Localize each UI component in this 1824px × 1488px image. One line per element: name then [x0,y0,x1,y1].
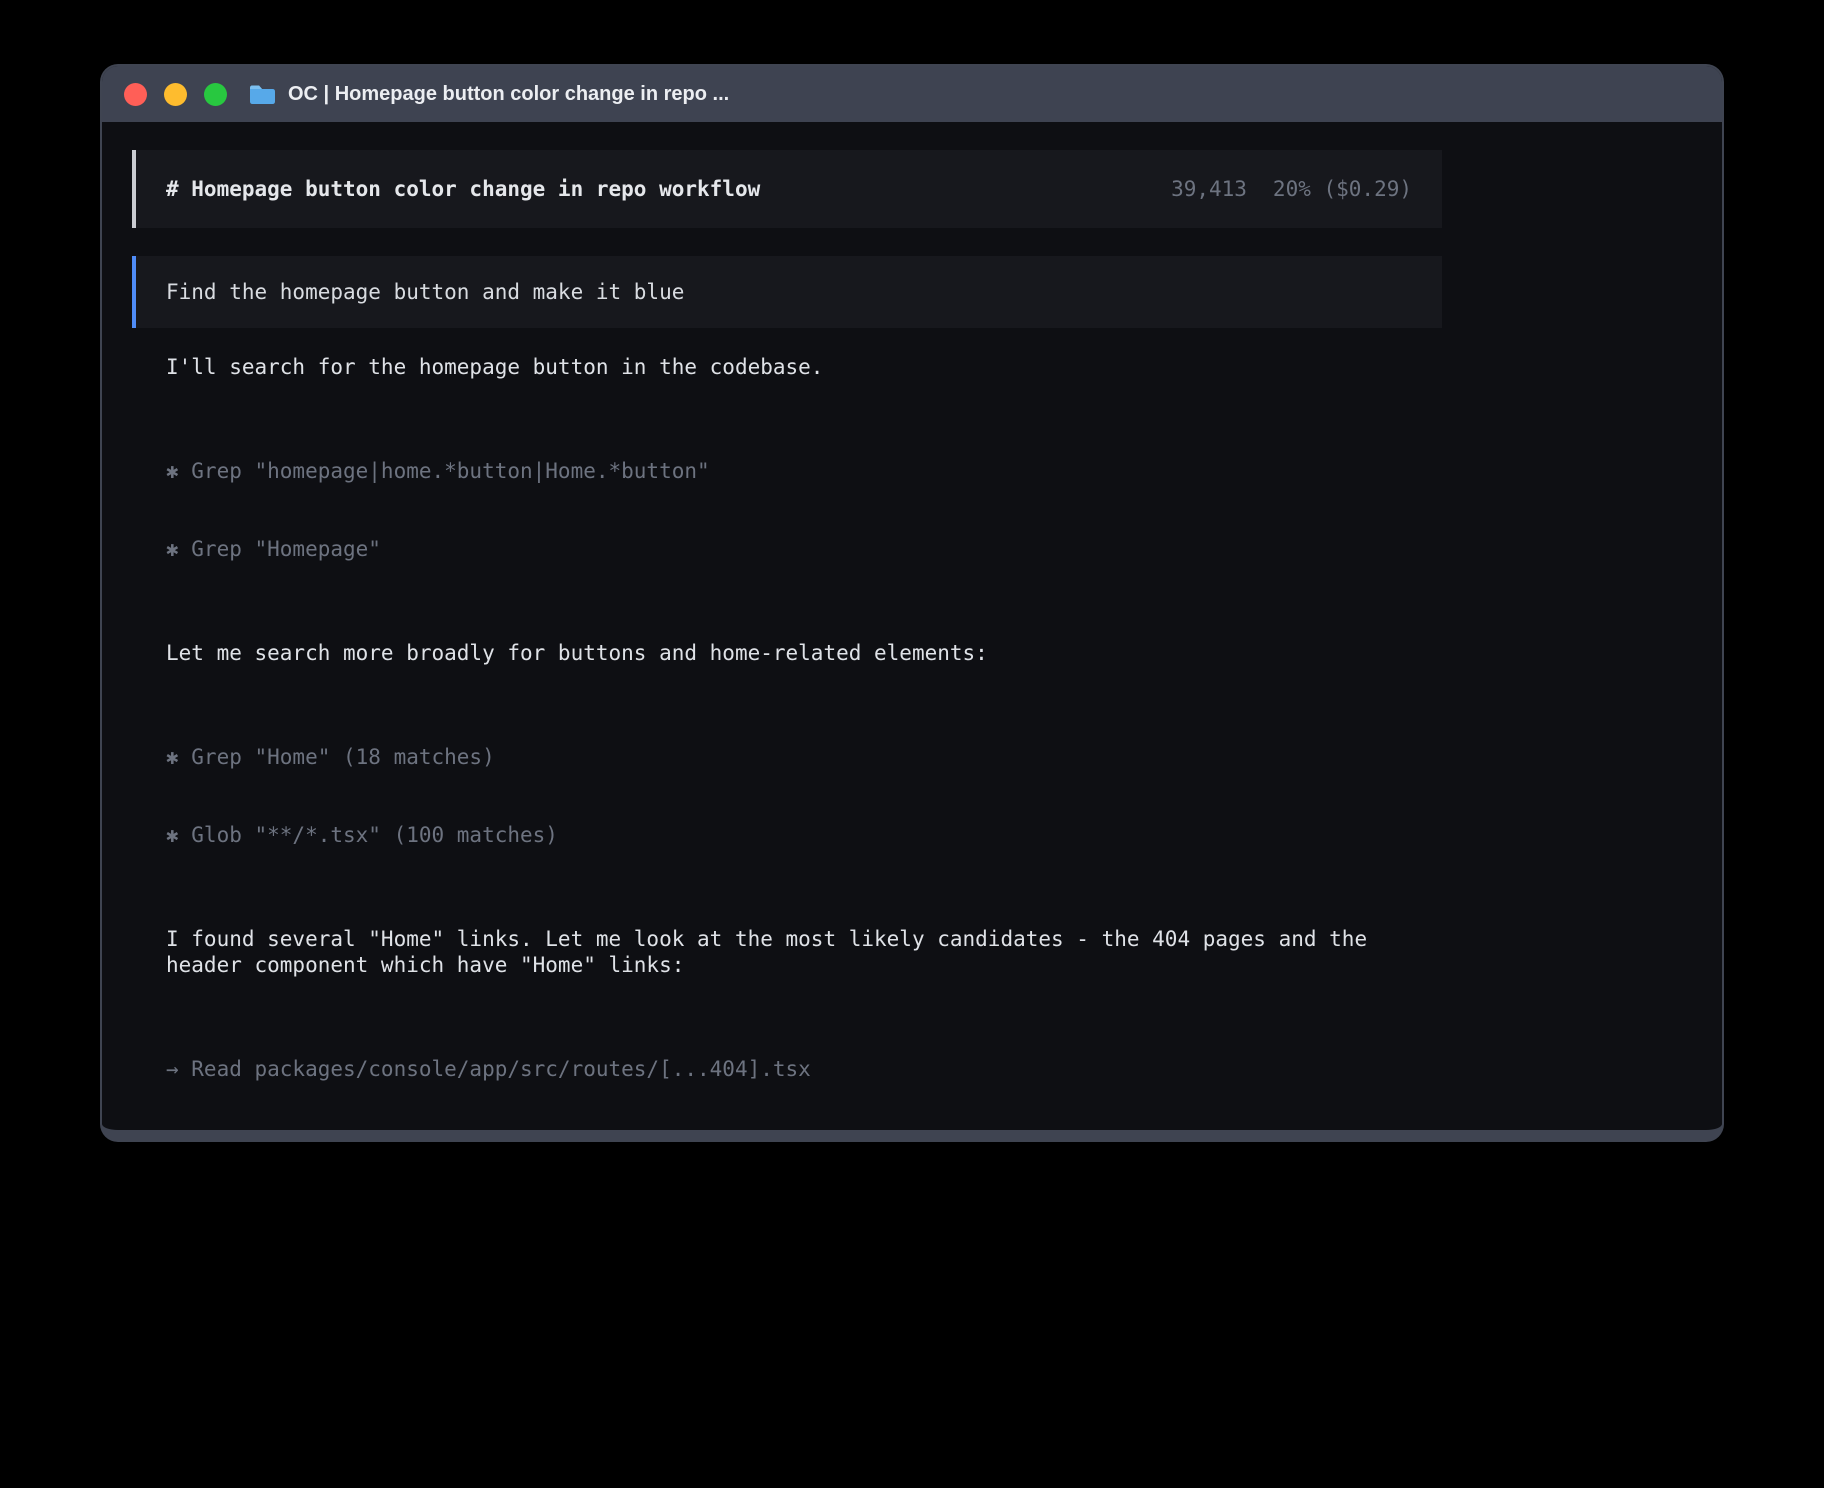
user-message-text: Find the homepage button and make it blu… [166,280,684,304]
tool-call-grep: ✱ Grep "Home" (18 matches) [166,744,1442,770]
assistant-text: Let me search more broadly for buttons a… [132,640,1442,666]
terminal-window: OC | Homepage button color change in rep… [100,64,1724,1142]
assistant-text: I'll search for the homepage button in t… [132,354,1442,380]
tool-call-glob: ✱ Glob "**/*.tsx" (100 matches) [166,822,1442,848]
window-title: OC | Homepage button color change in rep… [288,83,729,106]
tool-call-grep: ✱ Grep "Homepage" [166,536,1442,562]
traffic-lights [124,83,227,106]
tool-call-group: → Read packages/console/app/src/routes/[… [132,1004,1442,1142]
user-message: Find the homepage button and make it blu… [132,256,1442,328]
tool-call-read: → Read packages/console/app/src/routes/[… [166,1056,1442,1082]
tool-call-group: ✱ Grep "Home" (18 matches) ✱ Glob "**/*.… [132,692,1442,900]
token-count: 39,413 [1171,176,1247,202]
folder-icon [249,83,276,105]
zoom-button[interactable] [204,83,227,106]
tool-call-grep: ✱ Grep "homepage|home.*button|Home.*butt… [166,458,1442,484]
close-button[interactable] [124,83,147,106]
session-title: # Homepage button color change in repo w… [166,176,760,202]
tool-call-read: → Read packages/console/app/src/componen… [166,1134,1442,1142]
terminal-body: # Homepage button color change in repo w… [102,122,1722,1142]
tool-call-group: ✱ Grep "homepage|home.*button|Home.*butt… [132,406,1442,614]
session-stats: 39,413 20% ($0.29) [1171,176,1412,202]
session-header: # Homepage button color change in repo w… [132,150,1442,228]
minimize-button[interactable] [164,83,187,106]
titlebar: OC | Homepage button color change in rep… [102,66,1722,122]
context-cost: 20% ($0.29) [1273,176,1412,202]
assistant-text: I found several "Home" links. Let me loo… [132,926,1442,978]
